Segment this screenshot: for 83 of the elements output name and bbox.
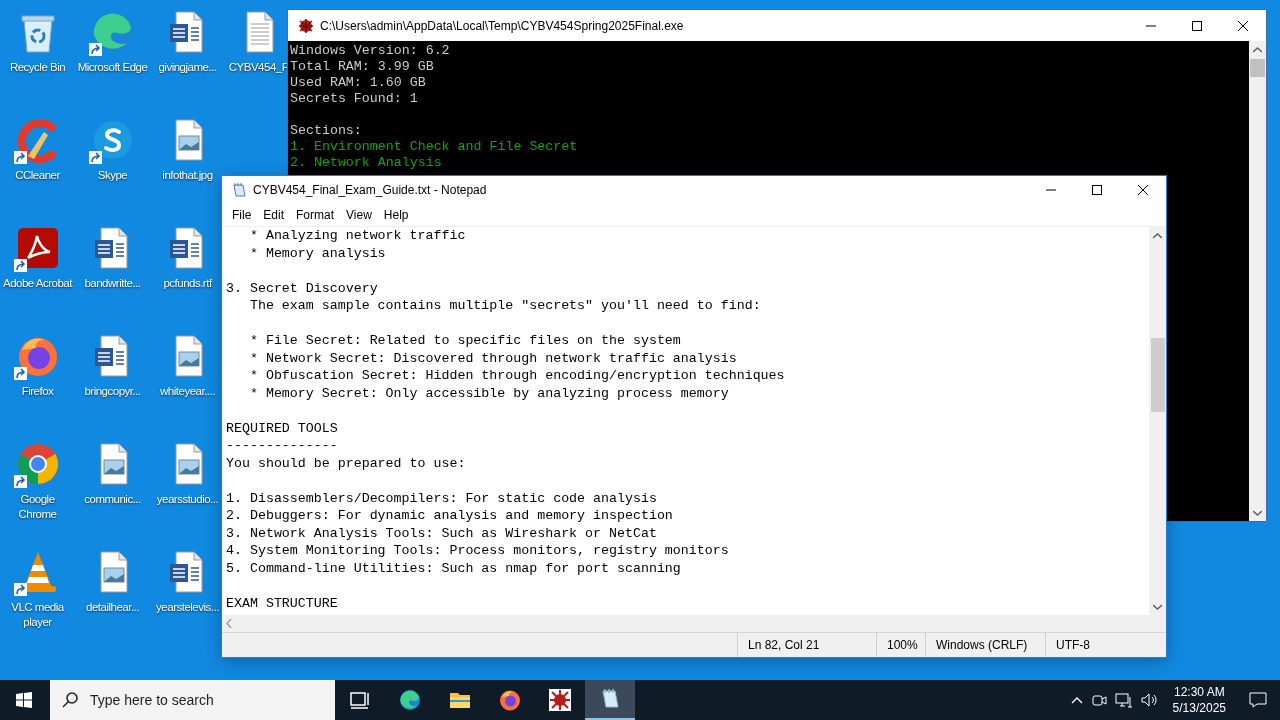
app-icon [298, 17, 314, 34]
notepad-icon [231, 182, 247, 198]
text-line: * Memory Secret: Only accessible by analyzing process memory [248, 384, 730, 402]
console-line: Windows Version: 6.2 [290, 43, 451, 59]
text-line: 3. Network Analysis Tools: Such as Wireshark or NetCat [226, 524, 658, 542]
clock-date[interactable]: 5/13/2025 [1172, 700, 1226, 716]
console-line: Secrets Found: 1 [290, 91, 419, 107]
text-line: -------------- [226, 437, 339, 455]
icon-label[interactable]: CCleaner [15, 168, 60, 183]
icon-label[interactable]: CYBV454_F [228, 60, 289, 75]
console-line: Sections: [290, 123, 363, 139]
icon-label[interactable]: Skype [97, 168, 128, 183]
text-line: 3. Secret Discovery [226, 279, 379, 297]
scrollbar[interactable] [1249, 41, 1266, 521]
maximize-icon [1092, 185, 1102, 195]
menu-item[interactable]: File [226, 206, 258, 224]
icon-label[interactable]: bandwritte... [84, 276, 141, 291]
menu-item[interactable]: Format [290, 206, 341, 224]
menu-item[interactable]: Help [377, 206, 415, 224]
menu-item[interactable]: Edit [257, 206, 291, 224]
clock-time[interactable]: 12:30 AM [1173, 684, 1225, 700]
console-line: Used RAM: 1.60 GB [290, 75, 427, 91]
status-text: Windows (CRLF) [925, 633, 1045, 657]
search-placeholder: Type here to search [90, 692, 214, 708]
icon-label[interactable]: VLC media player [1, 600, 74, 630]
search-icon [62, 692, 78, 708]
text-line: The exam sample contains multiple "secrets" you'll need to find: [248, 297, 762, 315]
console-line: 2. Network Analysis [290, 155, 443, 171]
text-line: 4. System Monitoring Tools: Process monitors, registry monitors [226, 542, 730, 560]
icon-label[interactable]: Google Chrome [1, 492, 74, 522]
icon-label[interactable]: detailhear... [86, 600, 139, 615]
text-line: 5. Command-line Utilities: Such as nmap for port scanning [226, 559, 682, 577]
icon-label[interactable]: Microsoft Edge [77, 60, 148, 75]
text-line: * Obfuscation Secret: Hidden through encoding/encryption techniques [248, 367, 786, 385]
status-text: UTF-8 [1045, 633, 1166, 657]
status-text: 100% [876, 633, 925, 657]
console-line: Total RAM: 3.99 GB [290, 59, 435, 75]
taskbar-button[interactable] [585, 680, 635, 720]
window-title: C:\Users\admin\AppData\Local\Temp\CYBV454Spring2025Final.exe [320, 18, 685, 33]
search-field[interactable]: Type here to search [50, 680, 335, 720]
scroll-down-icon[interactable] [1153, 603, 1162, 610]
browser-icon [498, 688, 522, 712]
menu-item[interactable]: View [340, 206, 378, 224]
icon-label[interactable]: communic... [84, 492, 141, 507]
camera-icon[interactable] [1090, 692, 1107, 708]
speaker-icon[interactable] [1140, 692, 1159, 708]
chat-bubble-icon [1249, 692, 1267, 708]
maximize-icon [1192, 20, 1202, 31]
text-line: * Memory analysis [248, 244, 387, 262]
text-line: 1. Disassemblers/Decompilers: For static code analysis [226, 489, 658, 507]
console-line: 1. Environment Check and File Secret [290, 139, 579, 155]
browser-icon [398, 688, 422, 712]
status-text: Ln 82, Col 21 [737, 633, 876, 657]
scrollbar-thumb[interactable] [1250, 59, 1265, 77]
windows-logo-icon [16, 692, 32, 708]
window-title: CYBV454_Final_Exam_Guide.txt - Notepad [253, 183, 488, 197]
bug-icon [548, 688, 572, 712]
icon-label[interactable]: whiteyear.... [160, 384, 215, 399]
close-icon [1238, 20, 1248, 31]
icon-label[interactable]: Firefox [21, 384, 54, 399]
icon-label[interactable]: Adobe Acrobat [3, 276, 72, 291]
scroll-down-icon[interactable] [1253, 509, 1262, 516]
icon-label[interactable]: bringcopyr... [84, 384, 141, 399]
icon-label[interactable]: yearstelevis... [156, 600, 219, 615]
text-line: * Network Secret: Discovered through network traffic analysis [248, 349, 738, 367]
text-line: * File Secret: Related to specific files on the system [248, 332, 682, 350]
icon-label[interactable]: yearsstudio... [156, 492, 219, 507]
text-line: You should be prepared to use: [226, 454, 467, 472]
text-line: 2. Debuggers: For dynamic analysis and memory inspection [226, 507, 674, 525]
text-line: EXAM STRUCTURE [226, 594, 339, 612]
text-line: * Analyzing network traffic [248, 227, 467, 245]
scroll-up-icon[interactable] [1253, 46, 1262, 53]
scroll-up-icon[interactable] [1153, 232, 1162, 239]
chevron-up-icon[interactable] [1070, 696, 1083, 704]
icon-label[interactable]: pcfunds.rtf [163, 276, 212, 291]
icon-label[interactable]: infothat.jpg [162, 168, 213, 183]
text-line: REQUIRED TOOLS [226, 419, 339, 437]
network-icon[interactable] [1114, 692, 1133, 708]
scrollbar-thumb[interactable] [1150, 338, 1165, 412]
icon-label[interactable]: Recycle Bin [9, 60, 66, 75]
icon-label[interactable]: givingjame... [158, 60, 217, 75]
close-icon [1138, 185, 1148, 195]
scrollbar[interactable] [1149, 227, 1166, 615]
